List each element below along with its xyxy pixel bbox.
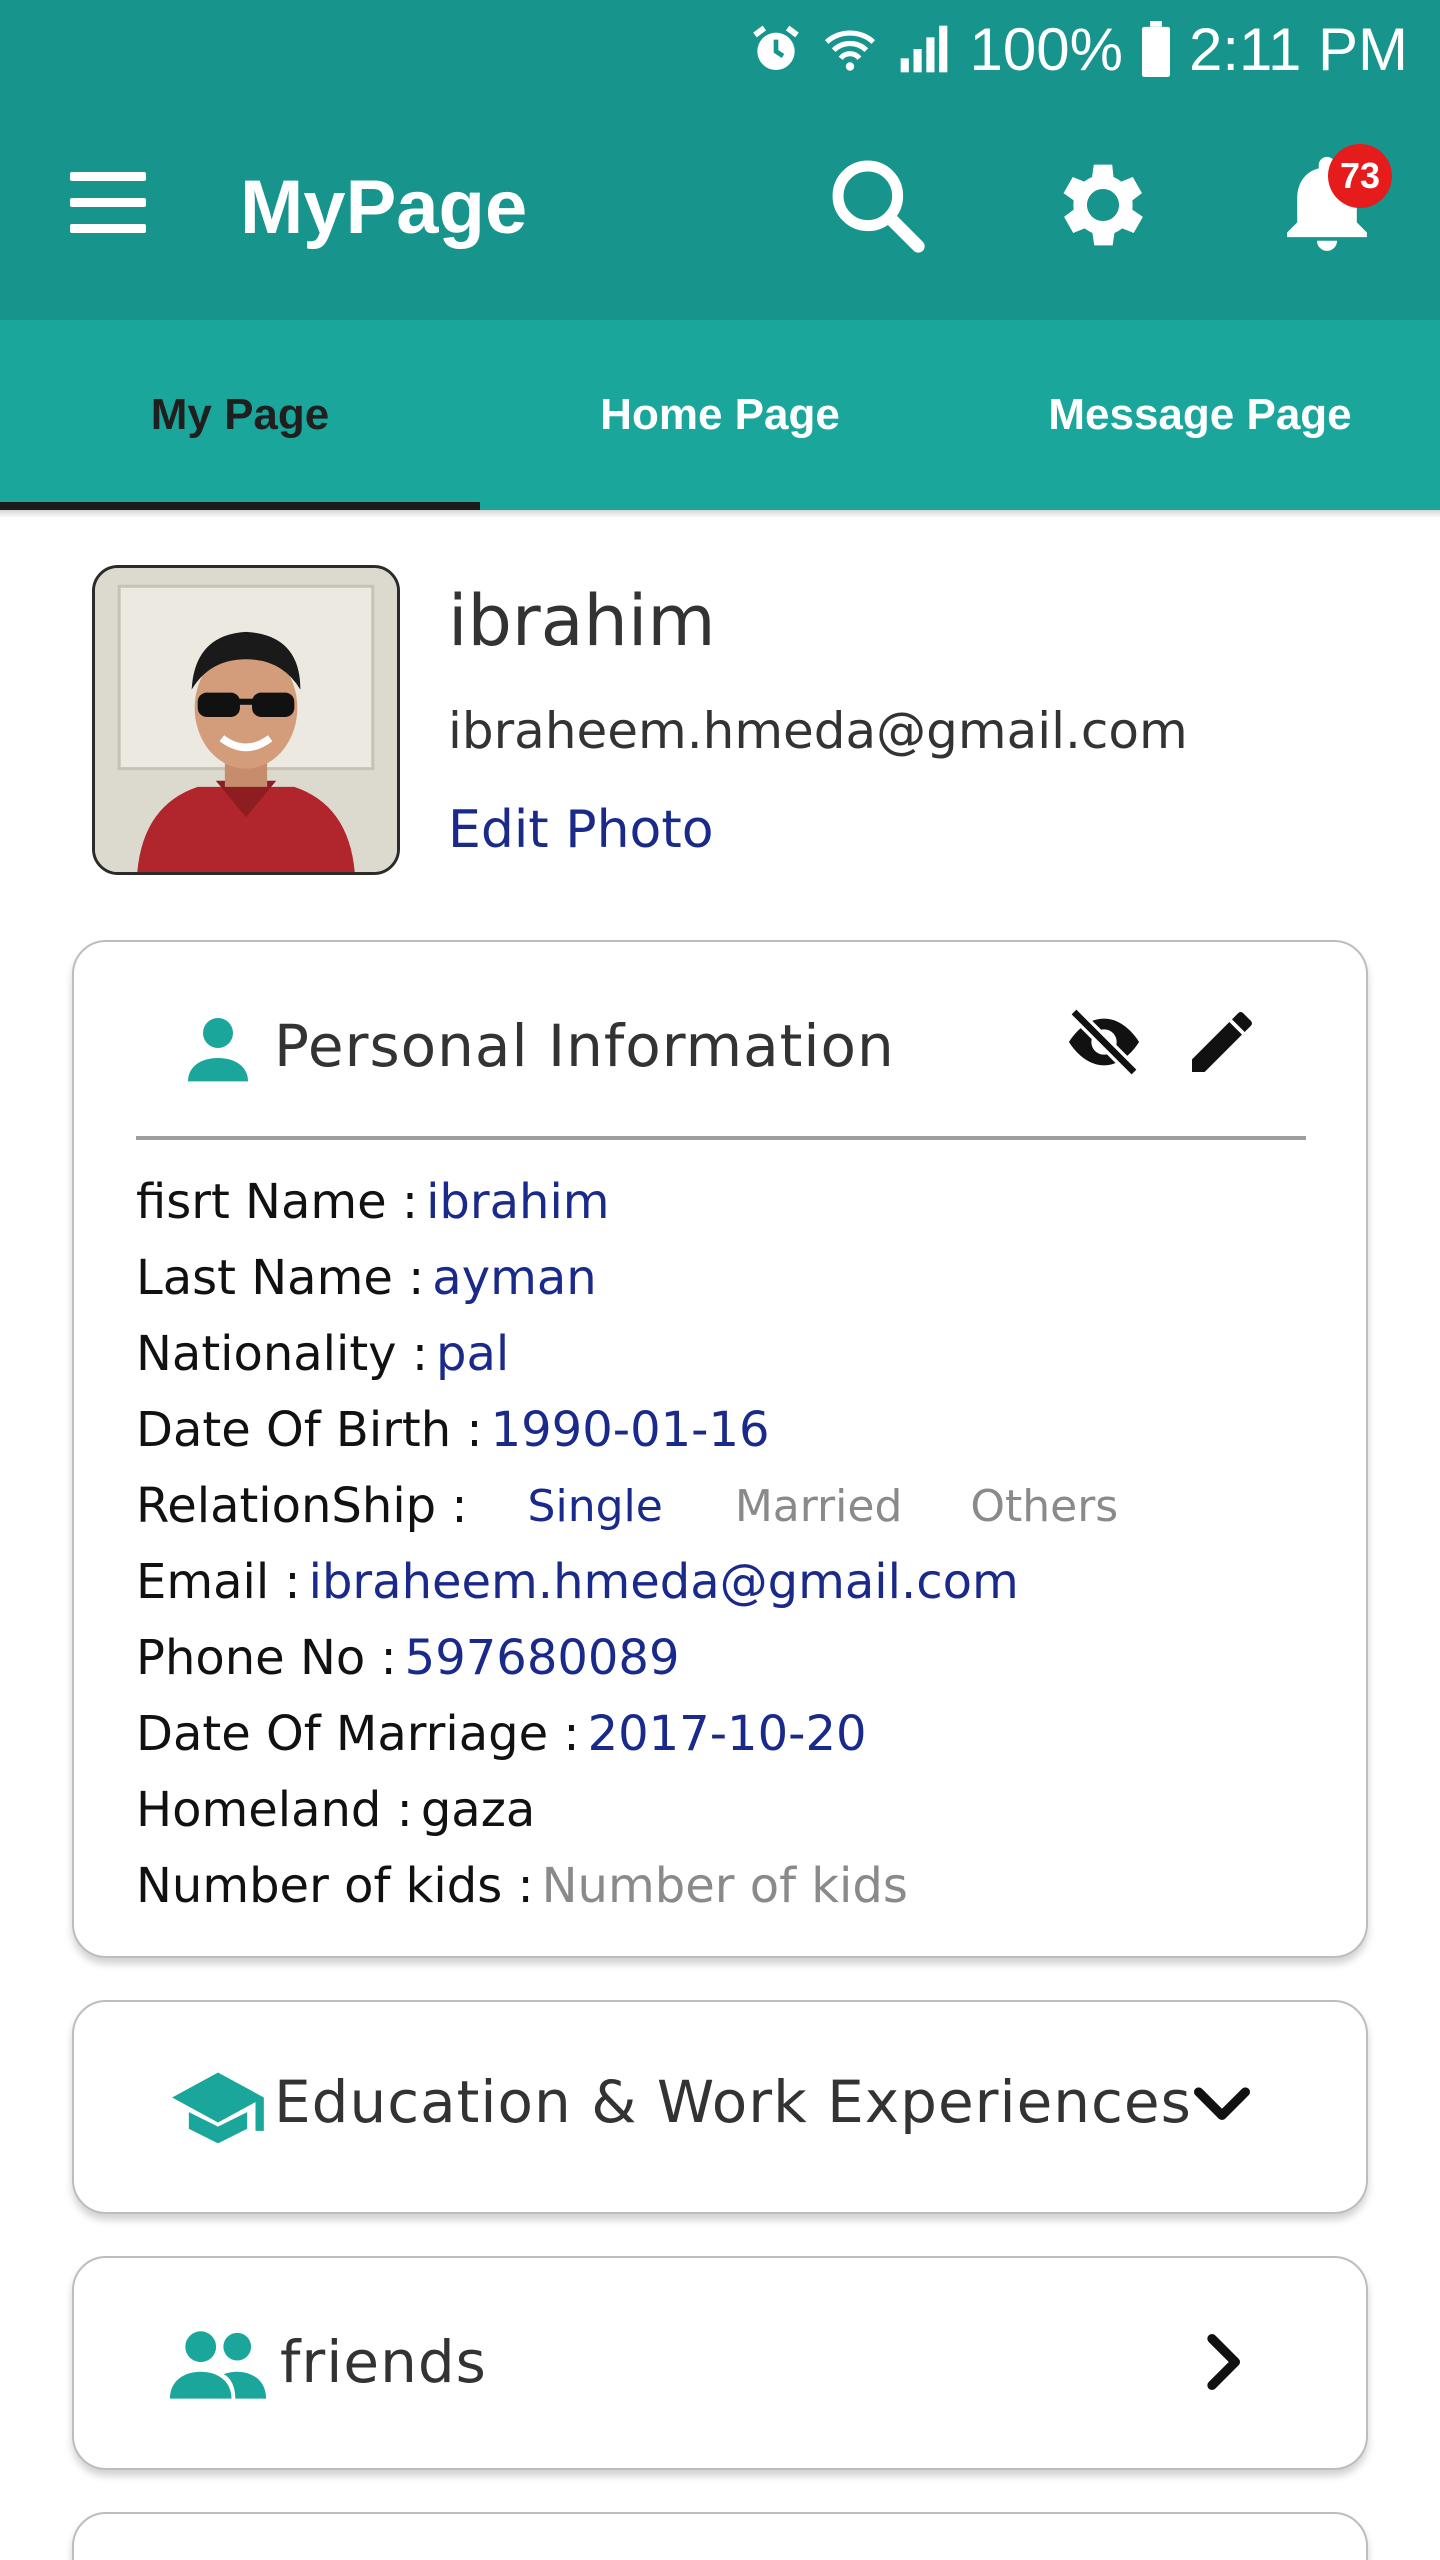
tab-home-page[interactable]: Home Page [480,320,960,510]
nationality-row: Nationality : pal [136,1316,1118,1392]
relationship-option-single[interactable]: Single [528,1481,663,1532]
tab-message-page[interactable]: Message Page [960,320,1440,510]
battery-percent: 100% [969,15,1123,83]
education-card[interactable]: Education & Work Experiences [72,2000,1368,2214]
first-name-label: fisrt Name : [136,1174,419,1230]
homeland-row: Homeland : gaza [136,1772,1118,1848]
nationality-value: pal [436,1326,510,1382]
phone-label: Phone No : [136,1630,397,1686]
email-value: ibraheem.hmeda@gmail.com [308,1554,1019,1610]
last-name-label: Last Name : [136,1250,425,1306]
tab-my-page[interactable]: My Page [0,320,480,510]
first-name-row: fisrt Name : ibrahim [136,1164,1118,1240]
homeland-value: gaza [420,1782,536,1838]
app-title: MyPage [240,165,528,250]
graduation-cap-icon [168,2068,268,2152]
relationship-label: RelationShip : [136,1478,468,1534]
next-section-card[interactable] [72,2512,1368,2560]
marriage-row: Date Of Marriage : 2017-10-20 [136,1696,1118,1772]
kids-label: Number of kids : [136,1858,534,1914]
marriage-label: Date Of Marriage : [136,1706,580,1762]
dob-row: Date Of Birth : 1990-01-16 [136,1392,1118,1468]
kids-row: Number of kids : Number of kids [136,1848,1118,1924]
personal-info-list: fisrt Name : ibrahim Last Name : ayman N… [136,1164,1118,1924]
kids-input[interactable]: Number of kids [542,1858,908,1914]
friends-card[interactable]: friends [72,2256,1368,2470]
tab-bar: My Page Home Page Message Page [0,320,1440,510]
relationship-row: RelationShip : Single Married Others [136,1468,1118,1544]
signal-icon [896,21,952,77]
relationship-option-married[interactable]: Married [735,1481,903,1532]
notification-badge: 73 [1328,144,1392,208]
personal-info-title: Personal Information [274,1012,895,1080]
phone-value: 597680089 [404,1630,680,1686]
people-icon [168,2324,268,2404]
edit-photo-link[interactable]: Edit Photo [448,800,714,860]
status-bar: 100% 2:11 PM [0,0,1440,100]
profile-email: ibraheem.hmeda@gmail.com [448,702,1188,760]
personal-info-card: Personal Information fisrt Name : ibrahi… [72,940,1368,1958]
email-row: Email : ibraheem.hmeda@gmail.com [136,1544,1118,1620]
app-bar: MyPage 73 [0,100,1440,320]
homeland-label: Homeland : [136,1782,413,1838]
card-divider [136,1136,1306,1140]
relationship-option-others[interactable]: Others [970,1481,1118,1532]
chevron-down-icon[interactable] [1182,2062,1262,2142]
dob-label: Date Of Birth : [136,1402,483,1458]
chevron-right-icon[interactable] [1182,2322,1262,2402]
nationality-label: Nationality : [136,1326,429,1382]
dob-value: 1990-01-16 [490,1402,770,1458]
marriage-value: 2017-10-20 [587,1706,867,1762]
education-title: Education & Work Experiences [274,2068,1192,2136]
gear-icon[interactable] [1048,150,1158,260]
edit-icon[interactable] [1182,1002,1262,1082]
person-icon [178,1008,258,1088]
search-icon[interactable] [822,150,932,260]
first-name-value: ibrahim [426,1174,610,1230]
email-label: Email : [136,1554,301,1610]
battery-icon [1141,21,1171,77]
alarm-icon [748,21,804,77]
tab-indicator [0,502,480,510]
clock: 2:11 PM [1189,15,1408,83]
friends-title: friends [280,2328,487,2396]
wifi-icon [822,21,878,77]
avatar[interactable] [92,565,400,875]
phone-row: Phone No : 597680089 [136,1620,1118,1696]
profile-name: ibrahim [448,580,716,662]
last-name-value: ayman [432,1250,597,1306]
visibility-off-icon[interactable] [1064,1002,1144,1082]
last-name-row: Last Name : ayman [136,1240,1118,1316]
tab-bar-shadow [0,510,1440,518]
menu-icon[interactable] [70,172,150,234]
